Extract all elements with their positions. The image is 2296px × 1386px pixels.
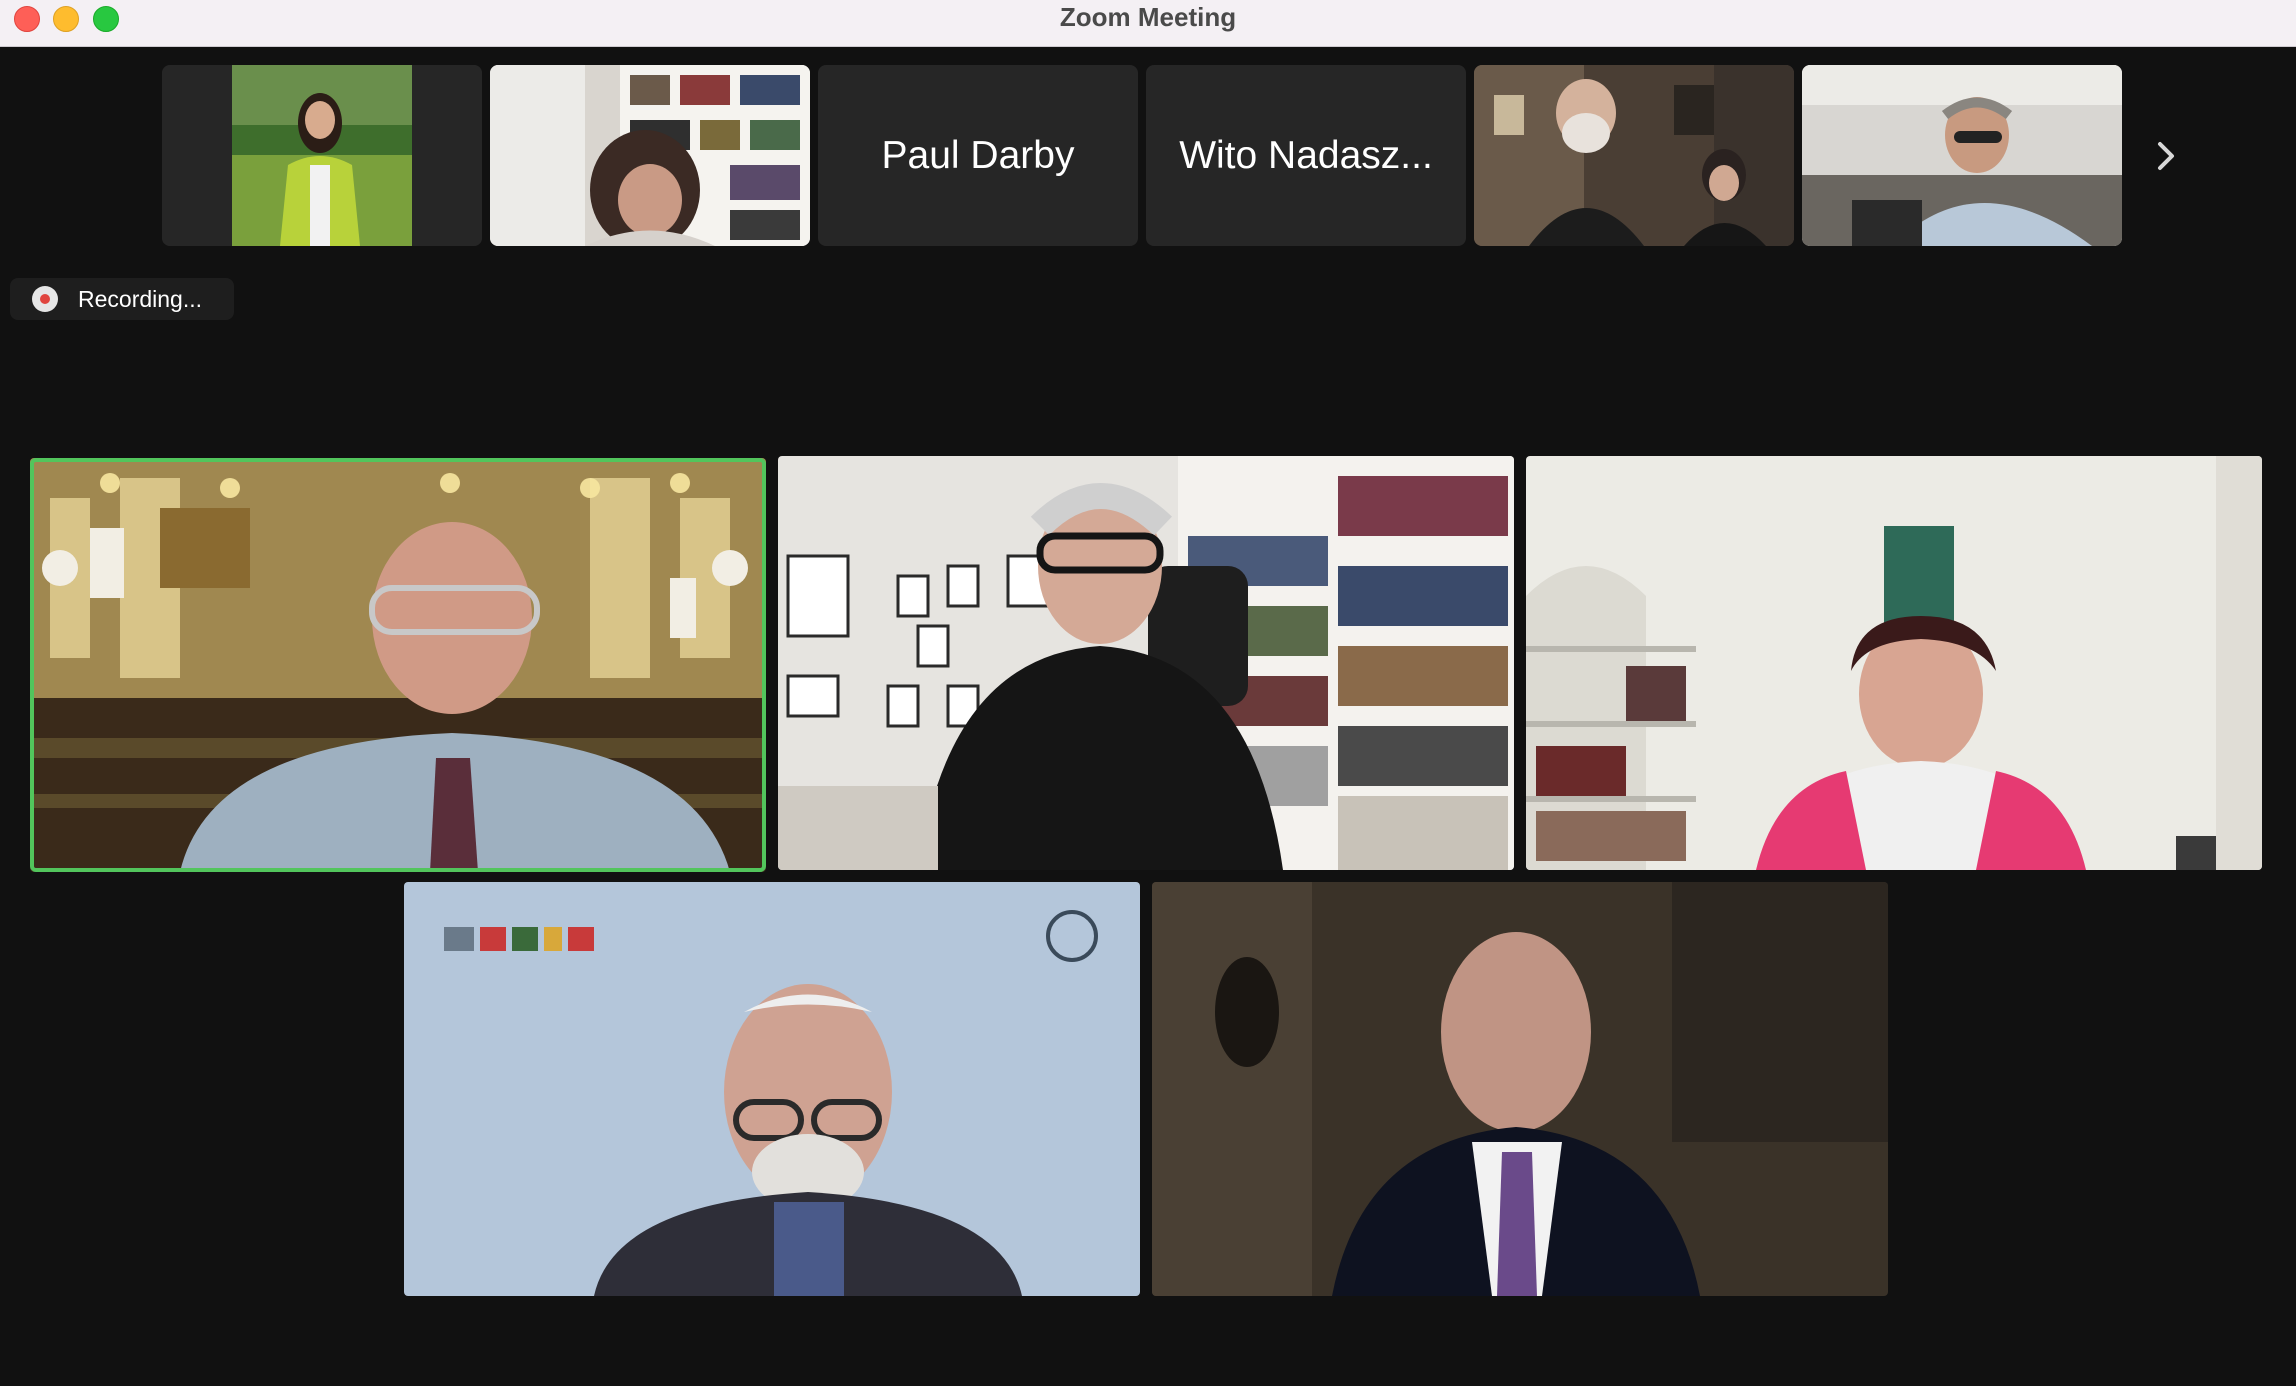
gallery-tile-active-speaker[interactable]	[30, 458, 766, 872]
strip-name-tile-wito[interactable]: Wito Nadasz...	[1146, 65, 1466, 246]
woman-living-room-video	[1526, 456, 2262, 870]
man-suit-dark-room-video	[1152, 882, 1888, 1296]
strip-video-tile-5[interactable]	[1474, 65, 1794, 246]
window-titlebar: Zoom Meeting	[0, 0, 2296, 47]
recording-label: Recording...	[78, 286, 203, 312]
gallery-tile-5[interactable]	[1152, 882, 1888, 1296]
window-title: Zoom Meeting	[1059, 2, 1237, 32]
recording-indicator[interactable]: Recording...	[10, 278, 234, 320]
man-kippah-logo-background-video	[404, 882, 1140, 1296]
strip-video-tile-6[interactable]	[1802, 65, 2122, 246]
participant-name: Paul Darby	[881, 133, 1075, 177]
gallery-tile-2[interactable]	[778, 456, 1514, 870]
speaker-synagogue-video	[30, 458, 766, 872]
gallery-tile-4[interactable]	[404, 882, 1140, 1296]
couple-video	[1474, 65, 1794, 246]
chevron-right-icon[interactable]	[2148, 128, 2188, 184]
man-on-sofa-video	[1802, 65, 2122, 246]
strip-video-tile-2[interactable]	[490, 65, 810, 246]
woman-with-bookshelf-video	[490, 65, 810, 246]
woman-in-green-jacket-video	[162, 65, 482, 246]
man-with-glasses-bookshelf-video	[778, 456, 1514, 870]
event-logo	[444, 927, 594, 951]
recording-icon	[32, 286, 58, 312]
strip-name-tile-paul-darby[interactable]: Paul Darby	[818, 65, 1138, 246]
participant-name: Wito Nadasz...	[1179, 133, 1433, 177]
gallery-tile-3[interactable]	[1526, 456, 2262, 870]
strip-video-tile-1[interactable]	[162, 65, 482, 246]
